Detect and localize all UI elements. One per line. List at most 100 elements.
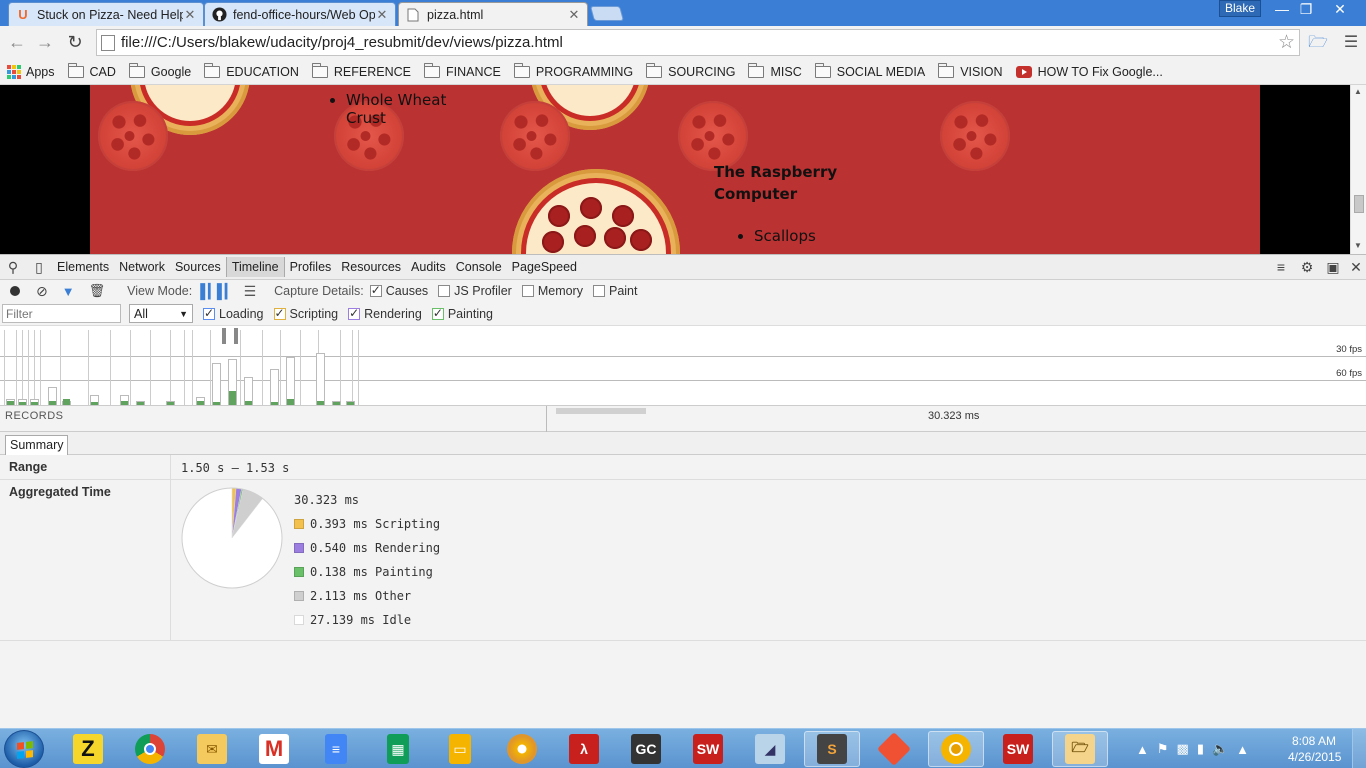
- frames-view-icon[interactable]: ▌▎▌▎: [200, 283, 235, 300]
- taskbar-drive-viewer[interactable]: ◢: [742, 731, 798, 767]
- restore-button[interactable]: ❐: [1292, 0, 1320, 18]
- checkbox[interactable]: [438, 285, 451, 297]
- bookmark-misc[interactable]: MISC: [748, 62, 802, 79]
- filter-input[interactable]: [2, 304, 121, 323]
- back-button[interactable]: ←: [6, 31, 28, 53]
- checkbox[interactable]: [521, 285, 534, 297]
- console-drawer-icon[interactable]: ≡: [1268, 259, 1294, 275]
- tab-timeline[interactable]: Timeline: [225, 257, 285, 277]
- taskbar-docs[interactable]: ≡: [308, 731, 364, 767]
- timeline-ruler[interactable]: [556, 408, 646, 414]
- drive-sync-icon[interactable]: ▲: [1236, 742, 1249, 757]
- scroll-up-icon[interactable]: ▲: [1354, 87, 1362, 96]
- close-tab-icon[interactable]: ✕: [567, 7, 581, 23]
- device-icon[interactable]: ▩: [1177, 741, 1189, 757]
- settings-gear-icon[interactable]: ⚙: [1294, 259, 1320, 276]
- taskbar-gc[interactable]: GC: [618, 731, 674, 767]
- tray-expand-icon[interactable]: ▲: [1136, 742, 1149, 757]
- checkbox[interactable]: [369, 283, 382, 297]
- frame-bar[interactable]: [90, 395, 99, 405]
- taskbar-chrome-canary[interactable]: [928, 731, 984, 767]
- profile-button[interactable]: Blake: [1219, 0, 1261, 17]
- taskbar-sheets[interactable]: ▦: [370, 731, 426, 767]
- checkbox[interactable]: [203, 306, 215, 320]
- tab-pagespeed[interactable]: PageSpeed: [507, 257, 582, 277]
- checkbox[interactable]: [592, 285, 605, 297]
- filter-rendering[interactable]: Rendering: [348, 306, 422, 321]
- page-scrollbar[interactable]: ▲ ▼: [1350, 85, 1366, 254]
- frame-bar[interactable]: [244, 377, 253, 405]
- reload-button[interactable]: ↻: [64, 31, 86, 53]
- scroll-down-icon[interactable]: ▼: [1354, 241, 1362, 250]
- frame-bar[interactable]: [18, 399, 27, 405]
- show-desktop-button[interactable]: [1352, 729, 1366, 768]
- dock-side-icon[interactable]: ▣: [1320, 259, 1346, 276]
- selection-handle[interactable]: [234, 328, 238, 344]
- frame-bar[interactable]: [270, 369, 279, 405]
- checkbox[interactable]: [348, 306, 361, 320]
- category-select[interactable]: All ▼: [129, 304, 193, 323]
- clock[interactable]: 8:08 AM 4/26/2015: [1288, 733, 1341, 765]
- scrollbar-thumb[interactable]: [1354, 195, 1364, 213]
- capture-causes[interactable]: Causes: [369, 283, 428, 298]
- tab-network[interactable]: Network: [114, 257, 170, 277]
- menu-icon[interactable]: ☰: [1341, 33, 1361, 53]
- frame-bar[interactable]: [212, 363, 221, 405]
- bookmark-reference[interactable]: REFERENCE: [311, 62, 411, 79]
- bookmark-star-icon[interactable]: ☆: [1278, 31, 1295, 54]
- filter-loading[interactable]: Loading: [203, 306, 264, 321]
- tab-fend-office-hours[interactable]: fend-office-hours/Web Op ✕: [204, 2, 396, 26]
- frame-bar[interactable]: [316, 353, 325, 405]
- bookmark-finance[interactable]: FINANCE: [424, 62, 501, 79]
- filter-painting[interactable]: Painting: [431, 306, 493, 321]
- new-tab-button[interactable]: [589, 6, 625, 21]
- checkbox[interactable]: [273, 306, 286, 320]
- taskbar-gmail[interactable]: M: [246, 731, 302, 767]
- selection-handle[interactable]: [222, 328, 226, 344]
- bookmark-sourcing[interactable]: SOURCING: [646, 62, 735, 79]
- filter-scripting[interactable]: Scripting: [273, 306, 338, 321]
- frame-bar[interactable]: [30, 399, 39, 405]
- taskbar-slides[interactable]: ▭: [432, 731, 488, 767]
- address-bar[interactable]: file:///C:/Users/blakew/udacity/proj4_re…: [96, 29, 1300, 56]
- frame-bar[interactable]: [228, 359, 237, 405]
- trash-icon[interactable]: 🗑: [89, 283, 106, 299]
- frame-bar[interactable]: [48, 387, 57, 405]
- capture-paint[interactable]: Paint: [592, 284, 637, 298]
- tab-pizza-html[interactable]: pizza.html ✕: [398, 2, 588, 26]
- tab-elements[interactable]: Elements: [52, 257, 114, 277]
- bookmark-social-media[interactable]: SOCIAL MEDIA: [814, 62, 925, 79]
- bookmark-how-to-fix-google[interactable]: HOW TO Fix Google...: [1015, 65, 1163, 79]
- taskbar-solidworks[interactable]: SW: [680, 731, 736, 767]
- checkbox[interactable]: [431, 306, 444, 320]
- tab-summary[interactable]: Summary: [5, 435, 69, 455]
- close-window-button[interactable]: ✕: [1326, 0, 1354, 18]
- frame-bar[interactable]: [332, 401, 341, 405]
- taskbar-explorer[interactable]: 🗁: [1052, 731, 1108, 767]
- bookmark-education[interactable]: EDUCATION: [204, 62, 299, 79]
- taskbar-picasa[interactable]: [494, 731, 550, 767]
- capture-memory[interactable]: Memory: [521, 284, 583, 298]
- tab-stuck-on-pizza[interactable]: U Stuck on Pizza- Need Help ✕: [8, 2, 204, 26]
- frame-bar[interactable]: [120, 395, 129, 405]
- tab-sources[interactable]: Sources: [170, 257, 226, 277]
- tab-console[interactable]: Console: [451, 257, 507, 277]
- action-center-icon[interactable]: ⚑: [1157, 741, 1169, 757]
- volume-icon[interactable]: 🔈: [1212, 741, 1228, 757]
- tab-profiles[interactable]: Profiles: [285, 257, 337, 277]
- frame-bar[interactable]: [346, 401, 355, 405]
- close-devtools-icon[interactable]: ✕: [1346, 259, 1366, 276]
- bookmark-programming[interactable]: PROGRAMMING: [513, 62, 633, 79]
- bookmark-google[interactable]: Google: [128, 62, 191, 79]
- frame-bar[interactable]: [286, 357, 295, 405]
- taskbar-outlook[interactable]: ✉: [184, 731, 240, 767]
- bookmark-cad[interactable]: CAD: [67, 62, 116, 79]
- filter-icon[interactable]: ▼: [62, 284, 75, 299]
- inspect-search-icon[interactable]: ⚲: [0, 259, 26, 276]
- tab-audits[interactable]: Audits: [406, 257, 451, 277]
- device-mode-icon[interactable]: ▯: [26, 259, 52, 276]
- frame-bar[interactable]: [6, 399, 15, 405]
- clear-icon[interactable]: ⊘: [36, 283, 48, 300]
- flame-view-icon[interactable]: ☰: [244, 283, 257, 300]
- network-icon[interactable]: ▮: [1197, 741, 1204, 757]
